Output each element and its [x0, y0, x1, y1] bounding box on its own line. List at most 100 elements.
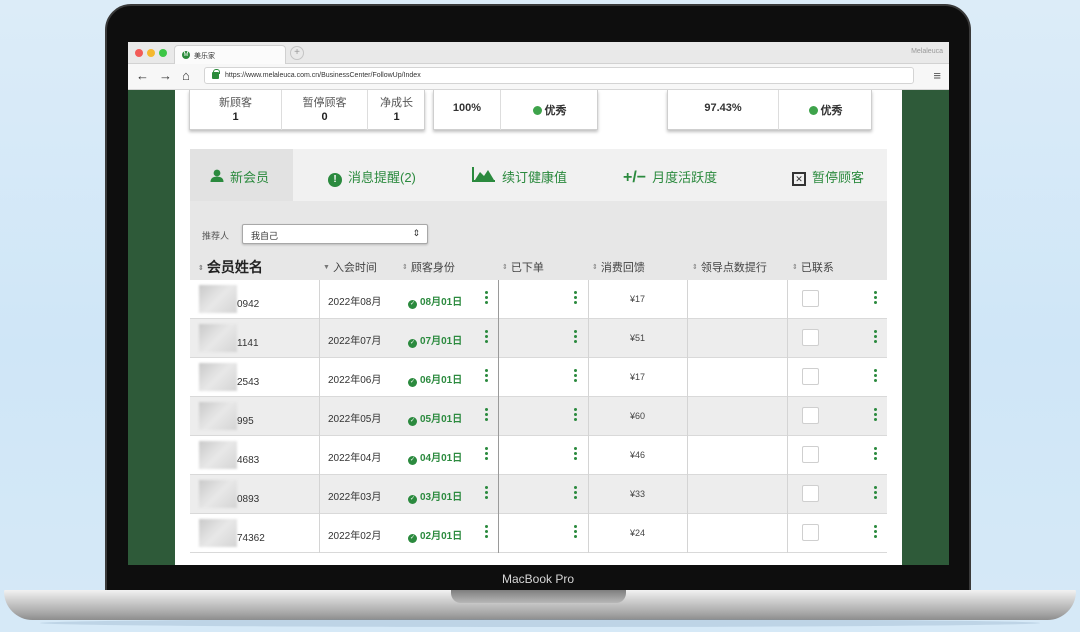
- contacted-checkbox[interactable]: [802, 368, 819, 385]
- sort-icon: ⇕: [692, 264, 698, 271]
- column-header-member-name[interactable]: ⇕ 会员姓名: [198, 257, 263, 277]
- table-row[interactable]: 0893 2022年03月 ✓ 03月01日 ¥33: [190, 475, 887, 514]
- lock-icon: [212, 69, 220, 79]
- more-options-icon[interactable]: [485, 330, 489, 344]
- join-date: 2022年07月: [328, 336, 382, 347]
- members-table-body: 0942 2022年08月 ✓ 08月01日 ¥17 1141 2022年07月 ✓ 07月01…: [190, 280, 887, 553]
- contacted-checkbox[interactable]: [802, 290, 819, 307]
- plus-minus-icon: +/−: [623, 169, 647, 186]
- paused-customers-stat: 暂停顾客 0: [282, 90, 367, 130]
- browser-tab-title: 美乐家: [194, 53, 215, 60]
- rating-1: 优秀: [501, 90, 598, 130]
- table-row[interactable]: 4683 2022年04月 ✓ 04月01日 ¥46: [190, 436, 887, 475]
- column-header-ordered[interactable]: ⇕ 已下单: [502, 259, 544, 275]
- select-arrows-icon: ⇕: [412, 228, 420, 238]
- contacted-checkbox[interactable]: [802, 524, 819, 541]
- more-options-icon[interactable]: [874, 486, 878, 500]
- profile-menu[interactable]: Melaleuca: [911, 48, 943, 55]
- paused-customers-label: 暂停顾客: [302, 97, 347, 109]
- more-options-icon[interactable]: [874, 369, 878, 383]
- back-arrow-icon[interactable]: ←: [136, 68, 149, 84]
- more-options-icon[interactable]: [485, 369, 489, 383]
- avatar: [199, 519, 237, 547]
- rebate-amount: ¥17: [630, 294, 646, 304]
- column-header-label: 消费回馈: [600, 262, 645, 274]
- sort-icon: ⇕: [792, 264, 798, 271]
- customer-status-date: 05月01日: [420, 414, 463, 425]
- more-options-icon[interactable]: [574, 408, 578, 422]
- more-options-icon[interactable]: [574, 291, 578, 305]
- column-header-contacted[interactable]: ⇕ 已联系: [792, 259, 834, 275]
- more-options-icon[interactable]: [574, 369, 578, 383]
- more-options-icon[interactable]: [485, 408, 489, 422]
- join-date: 2022年08月: [328, 297, 382, 308]
- contacted-checkbox[interactable]: [802, 329, 819, 346]
- member-id: 0942: [237, 299, 260, 310]
- tab-renewal-health[interactable]: 续订健康值: [472, 167, 567, 186]
- join-date: 2022年02月: [328, 531, 382, 542]
- column-header-customer-status[interactable]: ⇕ 顾客身份: [402, 259, 455, 275]
- minimize-window-dot[interactable]: [147, 49, 155, 57]
- tab-monthly-activity[interactable]: +/− 月度活跃度: [623, 167, 717, 187]
- more-options-icon[interactable]: [485, 486, 489, 500]
- avatar: [199, 441, 237, 469]
- browser-menu-icon[interactable]: ≡: [933, 69, 941, 83]
- more-options-icon[interactable]: [874, 408, 878, 422]
- new-tab-button[interactable]: +: [290, 46, 304, 60]
- more-options-icon[interactable]: [874, 447, 878, 461]
- table-row[interactable]: 995 2022年05月 ✓ 05月01日 ¥60: [190, 397, 887, 436]
- follow-up-tabs: 新会员 ! 消息提醒(2) 续订健康值 +/− 月度活跃度 ✕ 暂停顾客: [190, 149, 887, 201]
- laptop-shadow: [40, 619, 1040, 627]
- more-options-icon[interactable]: [485, 525, 489, 539]
- rating-1-label: 优秀: [544, 105, 567, 117]
- check-circle-icon: ✓: [408, 339, 417, 348]
- contacted-checkbox[interactable]: [802, 446, 819, 463]
- contacted-checkbox[interactable]: [802, 407, 819, 424]
- rebate-amount: ¥46: [630, 450, 646, 460]
- sort-icon: ⇕: [402, 264, 408, 271]
- contacted-checkbox[interactable]: [802, 485, 819, 502]
- column-header-join-date[interactable]: ▼ 入会时间: [323, 259, 377, 275]
- tab-new-members-label: 新会员: [230, 170, 270, 185]
- referrer-select[interactable]: 我自己 ⇕: [242, 224, 428, 244]
- more-options-icon[interactable]: [485, 447, 489, 461]
- more-options-icon[interactable]: [574, 486, 578, 500]
- column-header-leadership-points[interactable]: ⇕ 领导点数提行: [692, 259, 767, 275]
- join-date: 2022年04月: [328, 453, 382, 464]
- more-options-icon[interactable]: [574, 330, 578, 344]
- forward-arrow-icon[interactable]: →: [159, 68, 172, 84]
- tab-new-members[interactable]: 新会员: [210, 167, 269, 186]
- table-row[interactable]: 74362 2022年02月 ✓ 02月01日 ¥24: [190, 514, 887, 553]
- home-icon[interactable]: ⌂: [182, 68, 190, 84]
- rate-1-value: 100%: [452, 102, 482, 114]
- member-id: 2543: [237, 377, 260, 388]
- more-options-icon[interactable]: [874, 330, 878, 344]
- check-circle-icon: ✓: [408, 300, 417, 309]
- more-options-icon[interactable]: [485, 291, 489, 305]
- tab-paused-customers[interactable]: ✕ 暂停顾客: [792, 167, 864, 186]
- browser-tab[interactable]: M 美乐家: [174, 45, 286, 64]
- melaleuca-favicon-icon: M: [182, 51, 190, 59]
- column-header-rebate[interactable]: ⇕ 消费回馈: [592, 259, 645, 275]
- more-options-icon[interactable]: [874, 291, 878, 305]
- more-options-icon[interactable]: [574, 525, 578, 539]
- more-options-icon[interactable]: [874, 525, 878, 539]
- table-row[interactable]: 2543 2022年06月 ✓ 06月01日 ¥17: [190, 358, 887, 397]
- more-options-icon[interactable]: [574, 447, 578, 461]
- paused-customers-value: 0: [321, 111, 328, 123]
- customer-status-date: 03月01日: [420, 492, 463, 503]
- customer-status-date: 02月01日: [420, 531, 463, 542]
- tab-notifications[interactable]: ! 消息提醒(2): [328, 167, 416, 187]
- maximize-window-dot[interactable]: [159, 49, 167, 57]
- rebate-amount: ¥33: [630, 489, 646, 499]
- tab-notifications-label: 消息提醒(2): [348, 170, 416, 185]
- customer-status-badge: ✓ 05月01日: [408, 410, 462, 426]
- table-row[interactable]: 0942 2022年08月 ✓ 08月01日 ¥17: [190, 280, 887, 319]
- address-bar[interactable]: https://www.melaleuca.com.cn/BusinessCen…: [204, 67, 914, 84]
- table-row[interactable]: 1141 2022年07月 ✓ 07月01日 ¥51: [190, 319, 887, 358]
- close-window-dot[interactable]: [135, 49, 143, 57]
- avatar: [199, 324, 237, 352]
- net-growth-stat: 净成长 1: [368, 90, 425, 130]
- member-id: 4683: [237, 455, 260, 466]
- check-circle-icon: ✓: [408, 417, 417, 426]
